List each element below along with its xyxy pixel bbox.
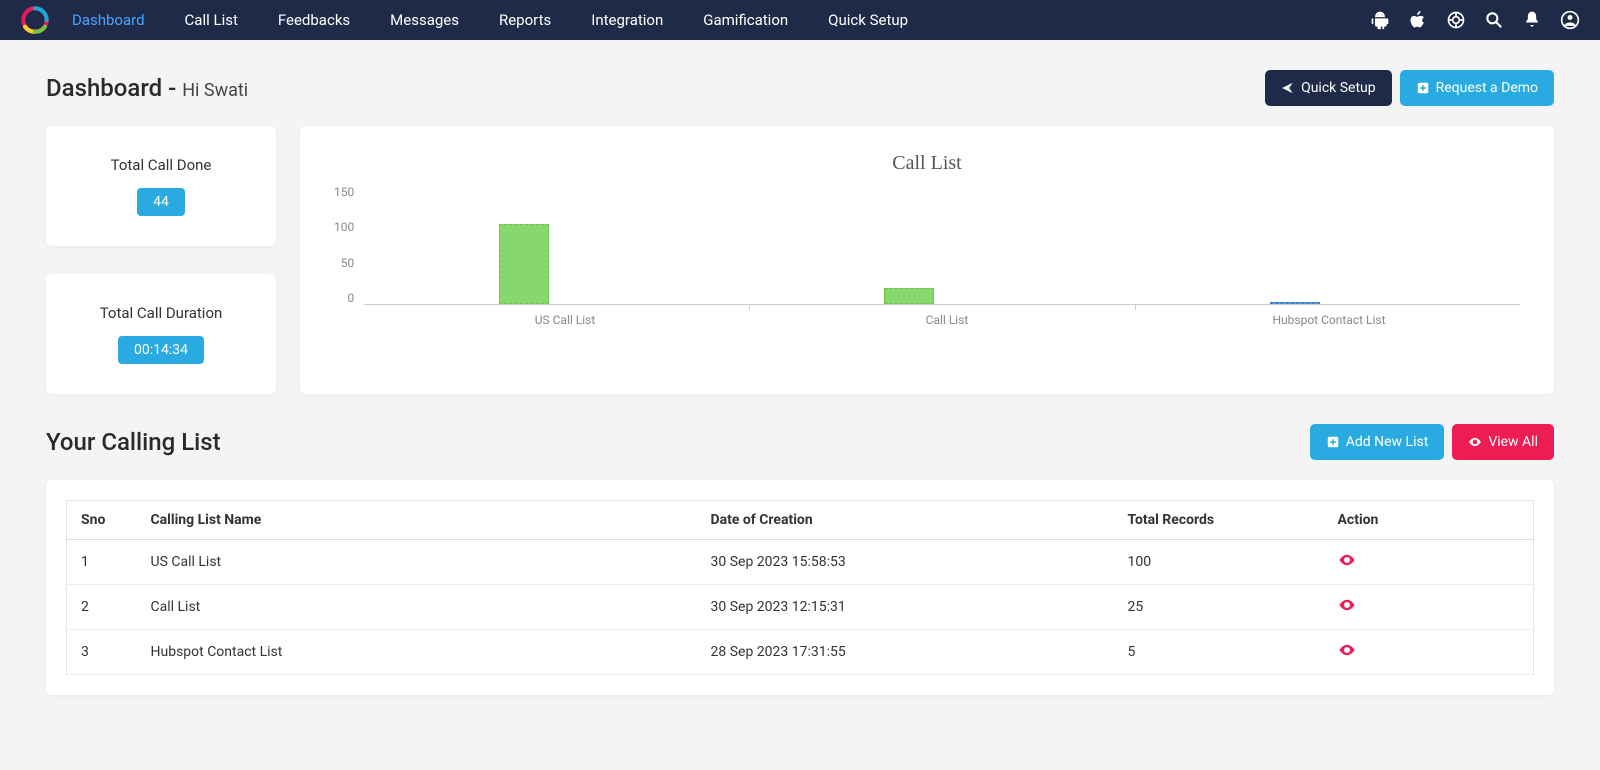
table-cell-action <box>1324 540 1534 585</box>
total-call-duration-card: Total Call Duration 00:14:34 <box>46 274 276 394</box>
calling-list-section: Your Calling List Add New List View All … <box>0 394 1600 695</box>
android-icon[interactable] <box>1370 10 1390 30</box>
search-icon[interactable] <box>1484 10 1504 30</box>
nav-link-messages[interactable]: Messages <box>390 11 459 29</box>
nav-link-feedbacks[interactable]: Feedbacks <box>278 11 350 29</box>
nav-link-reports[interactable]: Reports <box>499 11 551 29</box>
add-new-list-label: Add New List <box>1346 434 1429 450</box>
page-header: Dashboard - Hi Swati Quick Setup Request… <box>0 40 1600 126</box>
bell-icon[interactable] <box>1522 10 1542 30</box>
table-cell-sno: 1 <box>67 540 137 585</box>
dashboard-row: Total Call Done 44 Total Call Duration 0… <box>0 126 1600 394</box>
y-tick: 100 <box>334 220 354 234</box>
add-new-list-button[interactable]: Add New List <box>1310 424 1445 460</box>
y-tick: 150 <box>334 185 354 199</box>
y-tick: 0 <box>347 291 354 305</box>
table-cell-sno: 2 <box>67 585 137 630</box>
table-row: 1US Call List30 Sep 2023 15:58:53100 <box>67 540 1534 585</box>
nav-links: Dashboard Call List Feedbacks Messages Repor… <box>72 11 908 29</box>
arrow-icon <box>1281 81 1295 95</box>
table-cell-action <box>1324 630 1534 675</box>
nav-link-dashboard[interactable]: Dashboard <box>72 11 145 29</box>
chart-plot <box>364 185 1520 305</box>
view-row-button[interactable] <box>1338 641 1356 659</box>
bar[interactable] <box>499 224 549 304</box>
table-cell-name: Hubspot Contact List <box>137 630 697 675</box>
chart-card: Call List 150100500 US Call ListCall Lis… <box>300 126 1554 394</box>
table-cell-action <box>1324 585 1534 630</box>
logo-icon <box>20 5 50 35</box>
plus-square-icon <box>1326 435 1340 449</box>
total-call-done-label: Total Call Done <box>66 156 256 174</box>
view-all-label: View All <box>1488 434 1538 450</box>
nav-link-gamification[interactable]: Gamification <box>703 11 788 29</box>
table-header: Calling List Name <box>137 501 697 540</box>
eye-icon <box>1468 435 1482 449</box>
nav-link-quick-setup[interactable]: Quick Setup <box>828 11 908 29</box>
nav-link-call-list[interactable]: Call List <box>185 11 238 29</box>
total-call-duration-value: 00:14:34 <box>118 336 204 364</box>
nav-link-integration[interactable]: Integration <box>591 11 663 29</box>
table-cell-records: 25 <box>1114 585 1324 630</box>
request-demo-button[interactable]: Request a Demo <box>1400 70 1554 106</box>
bar-group <box>884 288 934 304</box>
table-cell-date: 28 Sep 2023 17:31:55 <box>697 630 1114 675</box>
navbar: Dashboard Call List Feedbacks Messages Repor… <box>0 0 1600 40</box>
table-header: Date of Creation <box>697 501 1114 540</box>
table-cell-name: US Call List <box>137 540 697 585</box>
calling-list-table: SnoCalling List NameDate of CreationTota… <box>66 500 1534 675</box>
apple-icon[interactable] <box>1408 10 1428 30</box>
bar[interactable] <box>884 288 934 304</box>
total-call-done-card: Total Call Done 44 <box>46 126 276 246</box>
table-header: Total Records <box>1114 501 1324 540</box>
bar[interactable] <box>1270 302 1320 304</box>
plus-square-icon <box>1416 81 1430 95</box>
logo[interactable] <box>20 4 52 36</box>
page-title: Dashboard - Hi Swati <box>46 74 248 102</box>
x-tick: Hubspot Contact List <box>1138 313 1520 327</box>
total-call-duration-label: Total Call Duration <box>66 304 256 322</box>
view-all-button[interactable]: View All <box>1452 424 1554 460</box>
x-tick: Call List <box>756 313 1138 327</box>
view-row-button[interactable] <box>1338 551 1356 569</box>
quick-setup-button[interactable]: Quick Setup <box>1265 70 1392 106</box>
page-title-text: Dashboard <box>46 74 162 102</box>
table-cell-sno: 3 <box>67 630 137 675</box>
page-greeting: Hi Swati <box>182 80 248 101</box>
chart-x-axis: US Call ListCall ListHubspot Contact Lis… <box>374 313 1520 327</box>
table-row: 2Call List30 Sep 2023 12:15:3125 <box>67 585 1534 630</box>
bar-group <box>499 224 549 304</box>
table-cell-date: 30 Sep 2023 15:58:53 <box>697 540 1114 585</box>
table-header: Sno <box>67 501 137 540</box>
table-header: Action <box>1324 501 1534 540</box>
calling-list-table-card: SnoCalling List NameDate of CreationTota… <box>46 480 1554 695</box>
table-cell-name: Call List <box>137 585 697 630</box>
navbar-right <box>1370 10 1580 30</box>
request-demo-label: Request a Demo <box>1436 80 1538 96</box>
table-row: 3Hubspot Contact List28 Sep 2023 17:31:5… <box>67 630 1534 675</box>
y-tick: 50 <box>341 256 355 270</box>
table-cell-date: 30 Sep 2023 12:15:31 <box>697 585 1114 630</box>
help-icon[interactable] <box>1446 10 1466 30</box>
total-call-done-value: 44 <box>137 188 185 216</box>
quick-setup-label: Quick Setup <box>1301 80 1376 96</box>
view-row-button[interactable] <box>1338 596 1356 614</box>
bar-group <box>1270 302 1320 304</box>
chart-y-axis: 150 100 50 0 <box>334 185 364 305</box>
chart-title: Call List <box>334 152 1520 175</box>
x-tick: US Call List <box>374 313 756 327</box>
calling-list-title: Your Calling List <box>46 428 221 456</box>
account-icon[interactable] <box>1560 10 1580 30</box>
table-cell-records: 5 <box>1114 630 1324 675</box>
table-cell-records: 100 <box>1114 540 1324 585</box>
